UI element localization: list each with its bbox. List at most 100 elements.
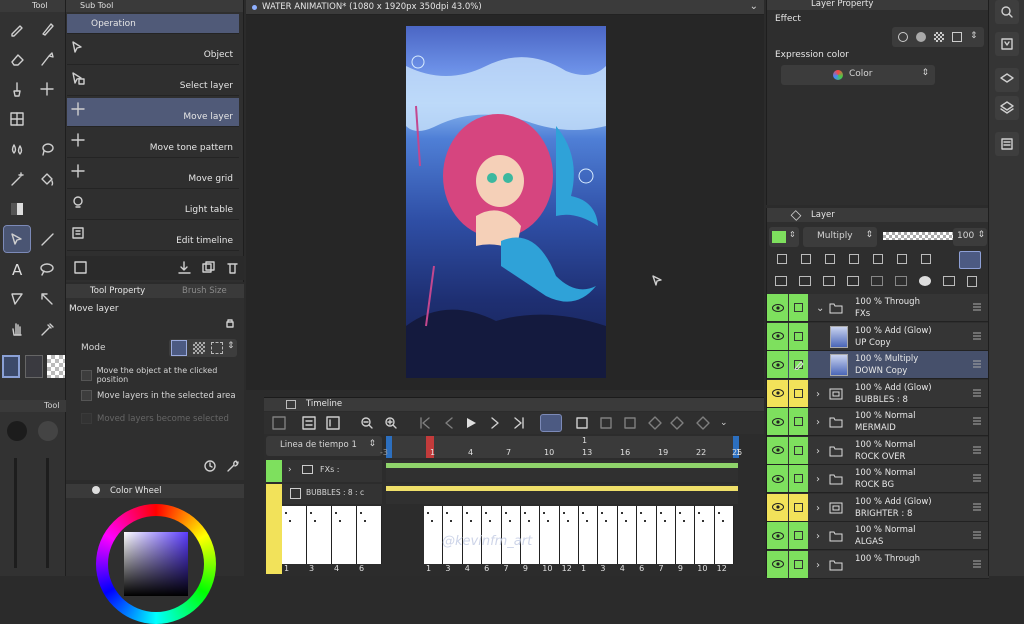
drag-handle-icon[interactable] — [973, 332, 981, 340]
trash-icon[interactable] — [226, 261, 239, 274]
light-table-toggle-icon[interactable] — [624, 416, 638, 430]
gradient-icon[interactable] — [4, 196, 30, 222]
lock-toggle-icon[interactable] — [789, 522, 808, 549]
main-color-swatch[interactable] — [2, 355, 20, 378]
zoom-in-icon[interactable] — [384, 416, 398, 430]
mode-selector[interactable]: ⇕ — [169, 339, 237, 357]
chevron-right-icon[interactable]: › — [816, 446, 820, 457]
lasso-icon[interactable] — [34, 136, 60, 162]
eye-icon[interactable] — [767, 322, 788, 350]
track-visibility-eye-icon[interactable] — [266, 484, 282, 574]
lock-toggle-icon[interactable] — [789, 408, 808, 435]
brush-size-circle-small[interactable] — [38, 421, 58, 441]
cel-specify-icon[interactable] — [326, 416, 340, 430]
apply-mask-icon[interactable] — [943, 276, 955, 286]
frame-cell[interactable] — [540, 506, 560, 564]
layer-row[interactable]: 100 % Multiply DOWN Copy — [767, 351, 989, 379]
hue-ring[interactable] — [96, 504, 216, 624]
new-timeline-icon[interactable] — [272, 416, 286, 430]
subtool-item-move-grid[interactable]: Move grid — [67, 160, 239, 189]
frame-cell[interactable] — [579, 506, 599, 564]
drag-handle-icon[interactable] — [973, 303, 981, 311]
layer-icon[interactable] — [995, 96, 1019, 120]
opacity-slider[interactable] — [883, 232, 953, 240]
layer-row[interactable]: › 100 % Normal MERMAID — [767, 408, 989, 436]
sub-color-swatch[interactable] — [25, 355, 43, 378]
tone-effect-icon[interactable] — [934, 32, 944, 42]
eye-icon[interactable] — [767, 351, 788, 378]
color-wheel-title[interactable]: Color Wheel — [110, 486, 162, 496]
subtool-settings-icon[interactable] — [74, 261, 87, 274]
frame-cell[interactable] — [424, 506, 444, 564]
layer-row[interactable]: 100 % Add (Glow) UP Copy — [767, 322, 989, 351]
lock-transparent-icon[interactable] — [873, 254, 883, 264]
document-title[interactable]: WATER ANIMATION* (1080 x 1920px 350dpi 4… — [262, 2, 482, 12]
duplicate-icon[interactable] — [202, 261, 215, 274]
loop-toggle-icon[interactable] — [540, 414, 562, 432]
reset-icon[interactable] — [204, 460, 217, 473]
frame-ruler[interactable]: -3 25 1 1 4 7 10 13 16 19 22 1 — [380, 436, 742, 458]
track-header-bubbles[interactable]: BUBBLES : 8 : c — [266, 484, 382, 574]
blend-mode-select[interactable]: Multiply ⇕ — [803, 227, 877, 247]
subtool-item-move-layer[interactable]: Move layer — [67, 98, 239, 127]
combine-layer-icon[interactable] — [895, 276, 907, 286]
tab-tool-property[interactable]: Tool Property — [90, 286, 145, 296]
zoom-out-icon[interactable] — [360, 416, 374, 430]
wrench-icon[interactable] — [226, 460, 239, 473]
eye-icon[interactable] — [767, 522, 788, 549]
lock-toggle-icon[interactable] — [789, 379, 808, 407]
chevron-down-icon[interactable]: ⌄ — [750, 1, 758, 12]
frame-cell[interactable] — [695, 506, 715, 564]
edit-timeline-icon[interactable] — [302, 416, 316, 430]
chevron-right-icon[interactable]: › — [816, 503, 820, 514]
drag-handle-icon[interactable] — [973, 503, 981, 511]
eraser-tool-icon[interactable] — [4, 46, 30, 72]
frame-cell[interactable] — [618, 506, 638, 564]
frame-strip-left[interactable] — [282, 506, 382, 564]
fill-drops-icon[interactable] — [4, 136, 30, 162]
frame-cell[interactable] — [676, 506, 696, 564]
mask-enable-icon[interactable] — [897, 254, 907, 264]
effect-buttons[interactable]: ⇕ — [892, 27, 984, 47]
drag-handle-icon[interactable] — [973, 446, 981, 454]
chevron-right-icon[interactable]: › — [816, 531, 820, 542]
frame-cell[interactable] — [598, 506, 618, 564]
lock-toggle-icon[interactable] — [789, 465, 808, 492]
draft-layer-icon[interactable] — [825, 254, 835, 264]
chevron-down-icon[interactable]: ⌄ — [720, 418, 728, 428]
option-move-object[interactable]: Move the object at the clicked position — [81, 366, 244, 384]
lock-toggle-icon[interactable] — [789, 436, 808, 464]
layer-row[interactable]: › 100 % Add (Glow) BRIGHTER : 8 — [767, 493, 989, 522]
navigator-icon[interactable] — [995, 0, 1019, 24]
lock-icon[interactable] — [225, 318, 235, 328]
frame-cell[interactable] — [357, 506, 382, 564]
frame-cell[interactable] — [332, 506, 357, 564]
track-bar[interactable] — [386, 463, 738, 468]
operation-tool-icon[interactable] — [3, 225, 31, 253]
eyedropper-icon[interactable] — [34, 316, 60, 342]
lock-toggle-icon[interactable] — [789, 322, 808, 350]
tab-brush-size[interactable]: Brush Size — [182, 286, 227, 296]
drag-handle-icon[interactable] — [973, 474, 981, 482]
layer-color-palette-icon[interactable] — [959, 251, 981, 269]
ruler-show-icon[interactable] — [921, 254, 931, 264]
size-slider-track[interactable] — [14, 458, 17, 568]
first-frame-icon[interactable] — [418, 416, 432, 430]
track-header-fxs[interactable]: › FXs : — [266, 460, 382, 482]
create-mask-icon[interactable] — [919, 276, 931, 286]
layer-row[interactable]: › 100 % Normal ALGAS — [767, 522, 989, 550]
decoration-tool-icon[interactable] — [34, 46, 60, 72]
chevron-right-icon[interactable]: › — [816, 474, 820, 485]
lock-layer-icon[interactable] — [849, 254, 859, 264]
subtool-item-move-tone[interactable]: Move tone pattern — [67, 129, 239, 158]
transfer-down-icon[interactable] — [871, 276, 883, 286]
lock-toggle-icon[interactable] — [789, 294, 808, 321]
text-tool-icon[interactable]: A — [4, 256, 30, 282]
prev-frame-icon[interactable] — [442, 416, 456, 430]
watercolor-effect-icon[interactable] — [916, 32, 926, 42]
history-icon[interactable] — [995, 132, 1019, 156]
layer-row[interactable]: › 100 % Add (Glow) BUBBLES : 8 — [767, 379, 989, 408]
drag-handle-icon[interactable] — [973, 531, 981, 539]
keyframe-add-icon[interactable] — [670, 416, 684, 430]
eye-icon[interactable] — [767, 379, 788, 407]
